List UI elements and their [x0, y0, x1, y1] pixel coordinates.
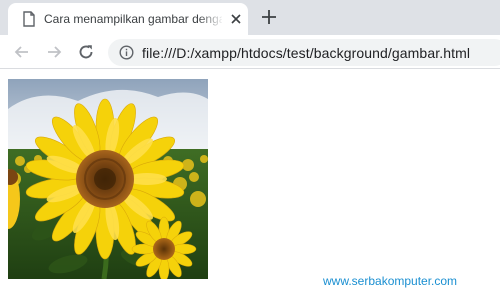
address-bar[interactable]: file:///D:/xampp/htdocs/test/background/… — [108, 39, 500, 66]
plus-icon[interactable] — [259, 7, 279, 27]
url-text: file:///D:/xampp/htdocs/test/background/… — [142, 45, 471, 61]
tab-title: Cara menampilkan gambar dengan CSS — [44, 12, 222, 26]
browser-tab-active[interactable]: Cara menampilkan gambar dengan CSS — [8, 3, 248, 35]
reload-icon[interactable] — [76, 42, 96, 62]
info-icon[interactable] — [119, 45, 134, 60]
back-arrow-icon[interactable] — [12, 42, 32, 62]
tab-title-fade — [198, 9, 224, 29]
browser-toolbar: file:///D:/xampp/htdocs/test/background/… — [0, 35, 500, 69]
forward-arrow-icon[interactable] — [44, 42, 64, 62]
close-icon[interactable] — [228, 11, 244, 27]
page-content: www.serbakomputer.com — [0, 70, 500, 299]
site-link[interactable]: www.serbakomputer.com — [323, 274, 457, 288]
page-icon — [23, 11, 35, 27]
tab-strip: Cara menampilkan gambar dengan CSS — [0, 0, 500, 35]
sunflower-image — [8, 79, 208, 279]
